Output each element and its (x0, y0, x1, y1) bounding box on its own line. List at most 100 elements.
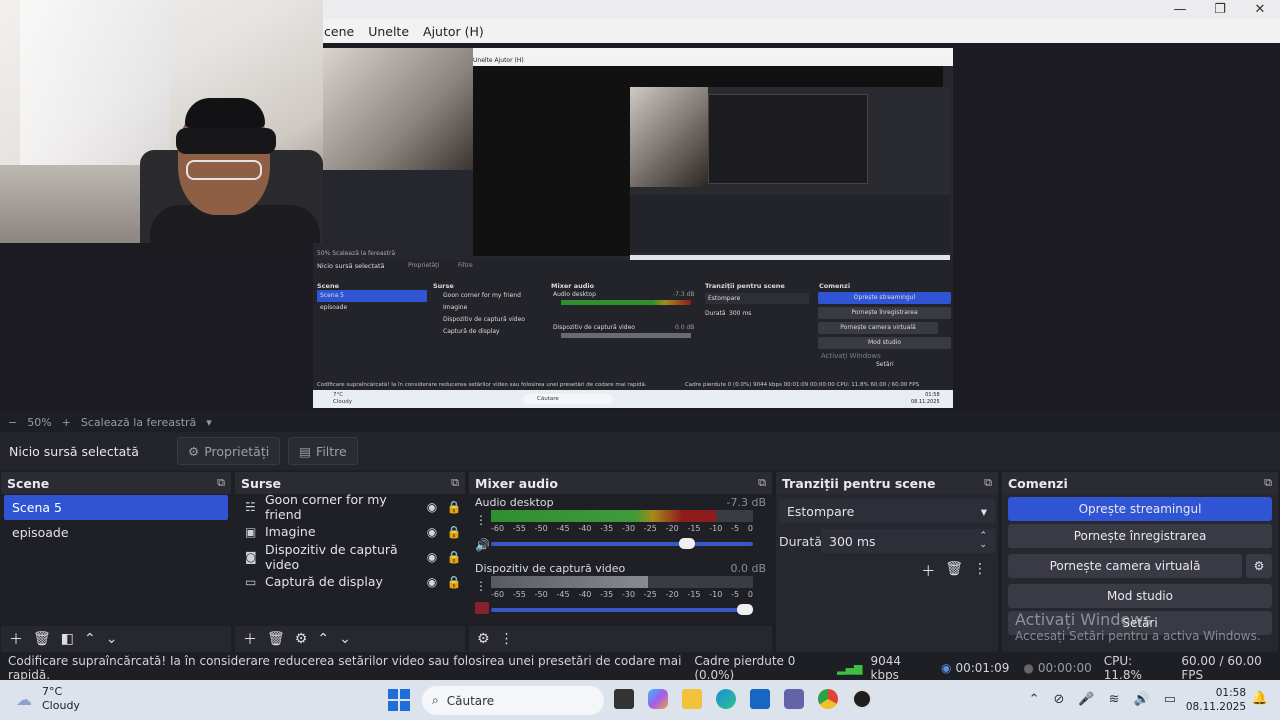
float-icon[interactable]: ⧉ (217, 476, 225, 490)
minimize-icon[interactable]: — (1160, 0, 1200, 19)
zoom-mode[interactable]: Scalează la fereastră (81, 416, 196, 429)
float-icon[interactable]: ⧉ (451, 476, 459, 490)
speaker-icon[interactable]: 🔊 (475, 538, 490, 552)
mini-source-item: Imagine (443, 304, 468, 311)
sources-dock: Surse ⧉ ☵ Goon corner for my friend ◉ 🔒 … (235, 472, 465, 652)
scene-item[interactable]: Scena 5 (4, 495, 228, 520)
kebab-icon[interactable]: ⋮ (475, 578, 487, 594)
kebab-icon[interactable]: ⋮ (500, 631, 514, 647)
notification-bell-icon[interactable]: 🔔 (1252, 691, 1268, 706)
mini-weather: 7°C Cloudy (333, 392, 352, 406)
battery-icon[interactable]: ▭ (1164, 692, 1176, 707)
add-icon[interactable]: ＋ (921, 561, 935, 581)
close-icon[interactable]: ✕ (1240, 0, 1280, 19)
meter-tick-label: -30 (621, 590, 636, 599)
eye-icon[interactable]: ◉ (421, 525, 443, 539)
task-view-icon[interactable] (614, 689, 634, 709)
nested-inner-webcam (630, 87, 708, 187)
chevron-up-icon[interactable]: ⌃ (1029, 692, 1040, 707)
arrow-down-icon[interactable]: ⌄ (106, 631, 118, 647)
store-icon[interactable] (750, 689, 770, 709)
windows-start-icon[interactable] (388, 689, 410, 711)
mini-cmd-vcam: Pornește camera virtuală (818, 322, 938, 334)
trash-icon[interactable]: 🗑 (945, 561, 963, 581)
chevron-down-icon[interactable]: ▾ (206, 416, 212, 429)
scene-item[interactable]: episoade (4, 520, 228, 545)
mini-weather-desc: Cloudy (333, 399, 352, 405)
lock-icon[interactable]: 🔒 (443, 525, 465, 539)
properties-button[interactable]: ⚙ Proprietăți (177, 437, 281, 465)
gear-icon[interactable]: ⚙ (295, 631, 308, 647)
mini-zoom: 50% Scalează la fereastră (317, 250, 396, 257)
wifi-icon[interactable]: ≋ (1109, 692, 1120, 707)
file-explorer-icon[interactable] (682, 689, 702, 709)
taskbar-search[interactable]: ⌕ Căutare (422, 686, 604, 715)
maximize-icon[interactable]: ❐ (1200, 0, 1240, 19)
stop-streaming-button[interactable]: Oprește streamingul (1008, 497, 1272, 521)
lock-icon[interactable]: 🔒 (443, 500, 465, 514)
float-icon[interactable]: ⧉ (984, 476, 992, 490)
menu-tools[interactable]: Unelte (368, 24, 409, 39)
duration-input[interactable]: 300 ms ⌃ ⌄ (821, 529, 995, 553)
weather-widget[interactable]: 7°C Cloudy (42, 685, 80, 713)
kebab-icon[interactable]: ⋮ (973, 561, 987, 581)
trash-icon[interactable]: 🗑 (267, 631, 285, 647)
kebab-icon[interactable]: ⋮ (475, 512, 487, 528)
cpu-usage: CPU: 11.8% (1103, 654, 1142, 682)
add-icon[interactable]: ＋ (9, 629, 23, 649)
volume-slider[interactable] (491, 538, 753, 549)
microphone-icon[interactable]: 🎤 (1078, 692, 1094, 707)
volume-icon[interactable]: 🔊 (1134, 692, 1150, 707)
spin-arrows-icon[interactable]: ⌃ ⌄ (979, 532, 987, 550)
start-virtual-camera-button[interactable]: Pornește camera virtuală (1008, 554, 1242, 578)
teams-icon[interactable] (784, 689, 804, 709)
zoom-out-button[interactable]: − (8, 416, 17, 429)
preview-canvas[interactable]: Unelte Ajutor (H) 50% Scalează la fereas… (313, 48, 953, 408)
source-item[interactable]: ☵ Goon corner for my friend ◉ 🔒 (235, 492, 465, 522)
eye-icon[interactable]: ◉ (421, 575, 443, 589)
float-icon[interactable]: ⧉ (1264, 476, 1272, 490)
mini-cmd-settings: Setări (876, 361, 894, 368)
channel-name: Dispozitiv de captură video (475, 562, 626, 575)
lock-icon[interactable]: 🔒 (443, 550, 465, 564)
menu-scenes[interactable]: cene (324, 24, 354, 39)
level-meter (491, 510, 753, 522)
arrow-down-icon[interactable]: ⌄ (339, 631, 351, 647)
lock-icon[interactable]: 🔒 (443, 575, 465, 589)
eye-icon[interactable]: ◉ (421, 500, 443, 514)
volume-knob[interactable] (737, 604, 753, 615)
zoom-in-button[interactable]: + (62, 416, 71, 429)
transition-select[interactable]: Estompare ▾ (779, 499, 995, 523)
transitions-body: Estompare ▾ Durată 300 ms ⌃ ⌄ ＋ 🗑 ⋮ (776, 494, 998, 626)
level-fill (491, 510, 717, 522)
volume-knob[interactable] (679, 538, 696, 549)
studio-mode-button[interactable]: Mod studio (1008, 584, 1272, 608)
monitor-icon: ▭ (245, 574, 257, 589)
hidden-eye-icon[interactable]: ⊘ (1054, 692, 1065, 707)
transition-value: Estompare (787, 503, 855, 519)
source-item[interactable]: ▭ Captură de display ◉ 🔒 (235, 569, 465, 594)
meter-tick-label: -50 (534, 524, 548, 533)
start-recording-button[interactable]: Pornește înregistrarea (1008, 524, 1272, 548)
copilot-icon[interactable] (648, 689, 668, 709)
filters-button[interactable]: ▤ Filtre (288, 437, 358, 465)
trash-icon[interactable]: 🗑 (33, 631, 51, 647)
arrow-up-icon[interactable]: ⌃ (317, 631, 329, 647)
float-icon[interactable]: ⧉ (758, 476, 766, 490)
obs-icon[interactable] (852, 689, 872, 709)
eye-icon[interactable]: ◉ (421, 550, 443, 564)
chrome-icon[interactable] (818, 689, 838, 709)
source-label: Captură de display (265, 574, 383, 589)
arrow-up-icon[interactable]: ⌃ (84, 631, 96, 647)
audio-settings-icon[interactable]: ⚙ (477, 631, 490, 647)
source-item[interactable]: ◙ Dispozitiv de captură video ◉ 🔒 (235, 542, 465, 572)
menu-help[interactable]: Ajutor (H) (423, 24, 484, 39)
add-icon[interactable]: ＋ (243, 629, 257, 649)
filter-icon[interactable]: ◧ (61, 631, 74, 647)
source-item[interactable]: ▣ Imagine ◉ 🔒 (235, 519, 465, 544)
volume-slider[interactable] (491, 604, 753, 615)
mute-icon[interactable] (475, 602, 489, 614)
taskbar-clock[interactable]: 01:58 08.11.2025 (1186, 686, 1246, 714)
vcam-gear-icon[interactable]: ⚙ (1246, 554, 1272, 578)
edge-icon[interactable] (716, 689, 736, 709)
